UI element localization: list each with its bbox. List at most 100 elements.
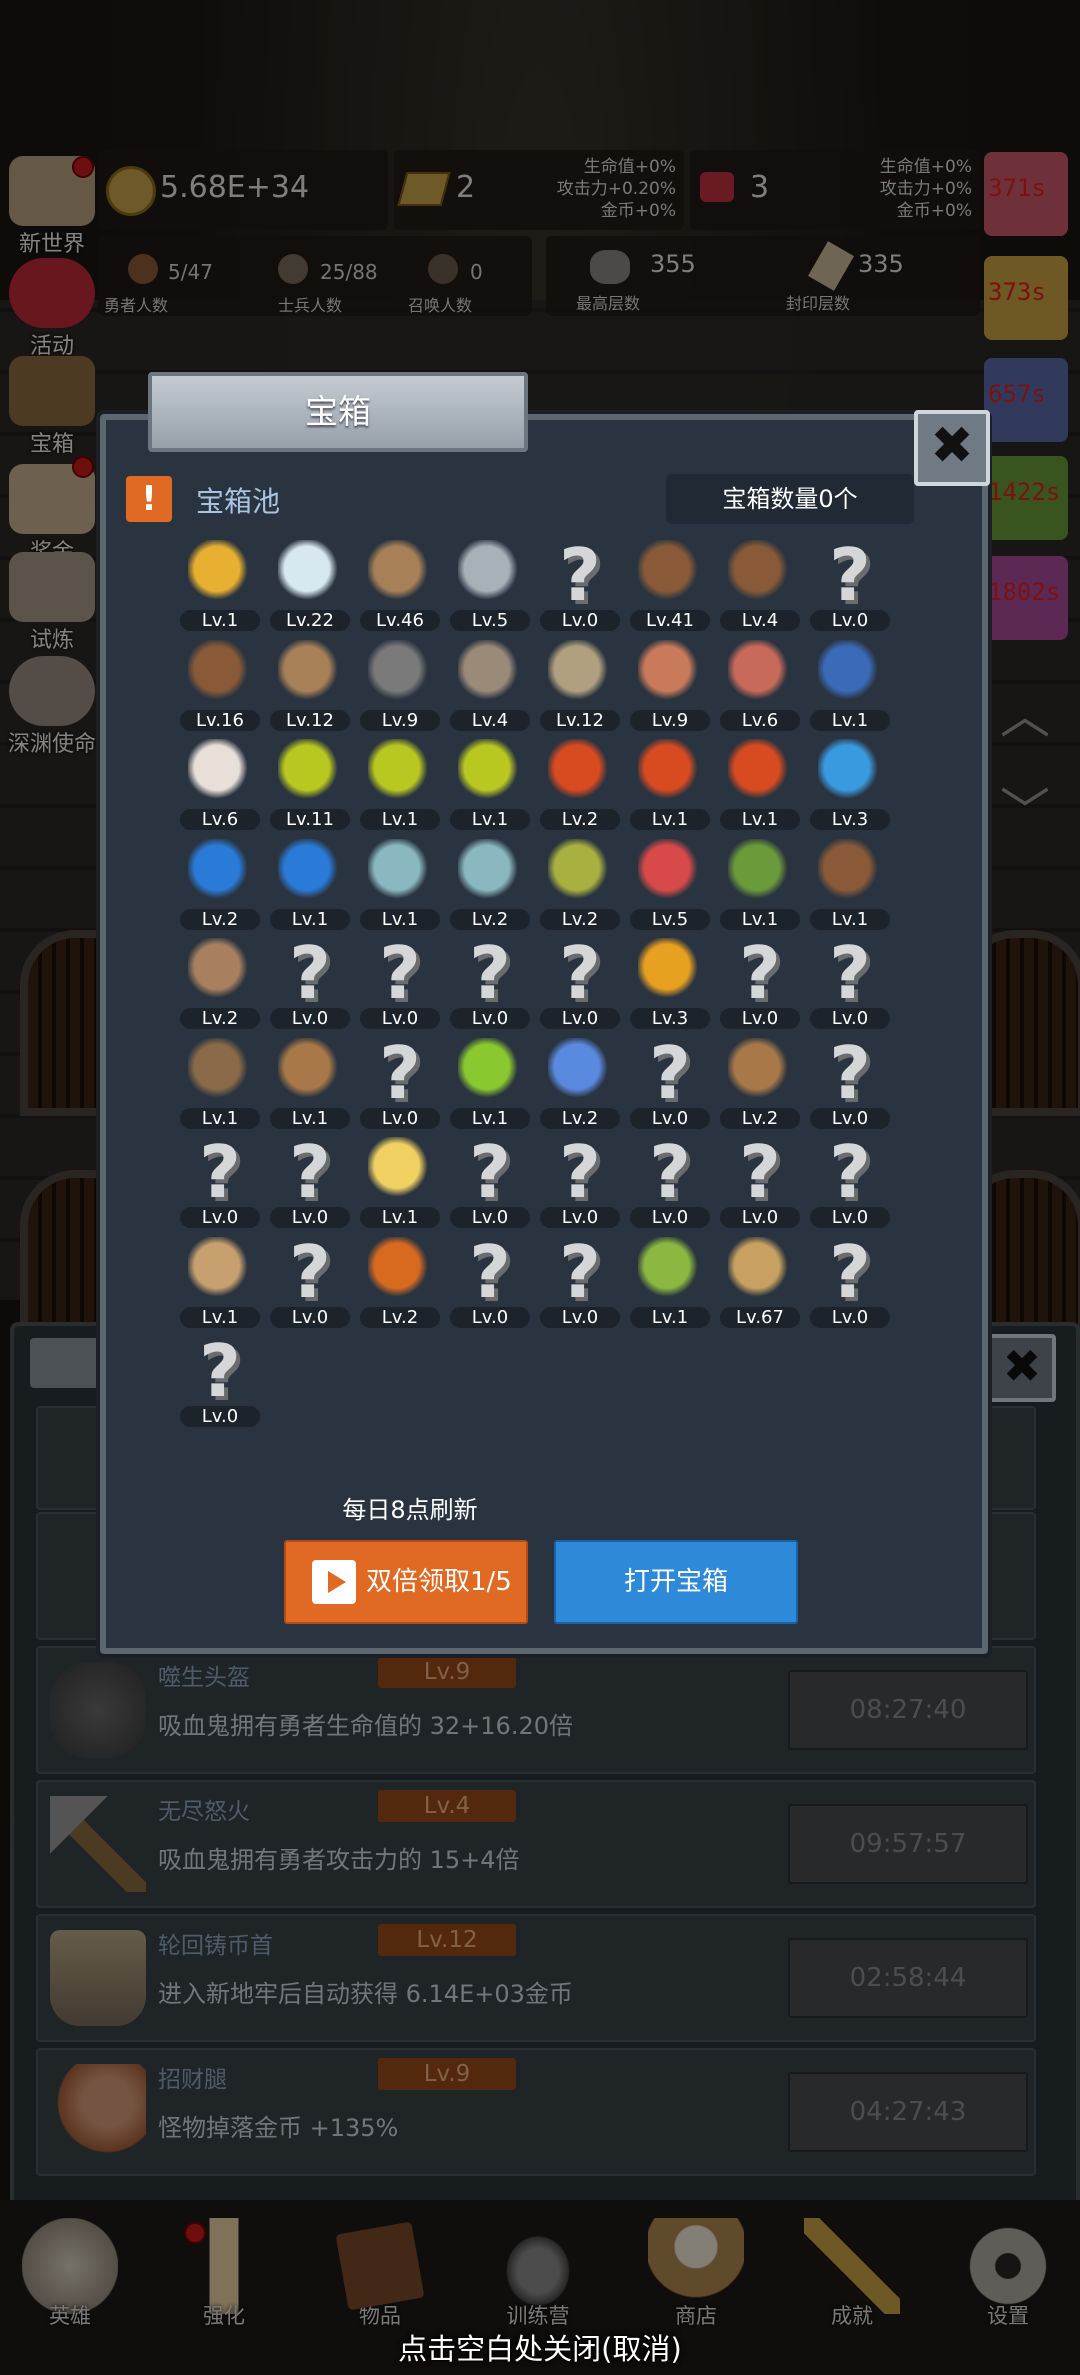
item-level: Lv.9	[630, 709, 710, 731]
item-cell[interactable]: ? Lv.0	[270, 1236, 350, 1333]
item-cell[interactable]: Lv.2	[720, 1037, 800, 1134]
item-level: Lv.4	[720, 610, 800, 631]
close-button[interactable]: ✖	[914, 410, 990, 486]
item-cell[interactable]: ? Lv.0	[540, 1236, 620, 1333]
unknown-icon: ?	[649, 1130, 691, 1214]
item-cell[interactable]: Lv.2	[540, 739, 620, 835]
item-cell[interactable]: Lv.5	[450, 540, 530, 636]
item-level: Lv.0	[630, 1107, 710, 1129]
open-chest-button[interactable]: 打开宝箱	[554, 1540, 798, 1624]
item-cell[interactable]: Lv.1	[360, 739, 440, 835]
item-cell[interactable]: ? Lv.0	[360, 1037, 440, 1134]
item-cell[interactable]: Lv.11	[270, 739, 350, 835]
pickaxe-icon	[188, 1037, 252, 1102]
item-level: Lv.1	[450, 809, 530, 830]
item-cell[interactable]: Lv.12	[540, 639, 620, 736]
item-cell[interactable]: Lv.1	[810, 838, 890, 935]
unknown-icon: ?	[829, 1229, 871, 1314]
hammer-icon	[458, 639, 522, 704]
torch-icon	[638, 938, 702, 1002]
item-cell[interactable]: Lv.22	[270, 540, 350, 636]
item-cell[interactable]: Lv.1	[360, 1137, 440, 1233]
item-cell[interactable]: ? Lv.0	[810, 533, 890, 636]
item-cell[interactable]: ? Lv.0	[810, 937, 890, 1034]
item-cell[interactable]: Lv.67	[720, 1236, 800, 1333]
item-level: Lv.0	[450, 1207, 530, 1228]
unknown-icon: ?	[559, 533, 601, 617]
item-cell[interactable]: ? Lv.0	[630, 1130, 710, 1233]
item-cell[interactable]: ? Lv.0	[450, 1136, 530, 1233]
item-cell[interactable]: Lv.3	[630, 938, 710, 1034]
item-cell[interactable]: ? Lv.0	[450, 1236, 530, 1333]
item-cell[interactable]: Lv.1	[450, 739, 530, 835]
item-cell[interactable]: Lv.41	[630, 540, 710, 636]
item-cell[interactable]: Lv.5	[630, 838, 710, 935]
chest-count: 宝箱数量0个	[666, 474, 914, 524]
yellow-potion-icon	[458, 739, 522, 803]
item-cell[interactable]: Lv.1	[180, 540, 260, 636]
unknown-icon: ?	[829, 533, 871, 617]
item-cell[interactable]: Lv.9	[360, 639, 440, 736]
item-cell[interactable]: ? Lv.0	[720, 1136, 800, 1233]
item-cell[interactable]: Lv.2	[540, 1037, 620, 1134]
item-level: Lv.5	[630, 908, 710, 930]
item-level: Lv.2	[360, 1306, 440, 1328]
item-level: Lv.2	[540, 1107, 620, 1129]
item-cell[interactable]: Lv.6	[720, 639, 800, 736]
item-cell[interactable]: Lv.2	[180, 838, 260, 935]
item-cell[interactable]: Lv.6	[180, 739, 260, 835]
item-level: Lv.2	[180, 1008, 260, 1029]
item-cell[interactable]: Lv.2	[180, 938, 260, 1034]
item-cell[interactable]: ? Lv.0	[270, 937, 350, 1034]
item-cell[interactable]: ? Lv.0	[810, 1037, 890, 1134]
item-cell[interactable]: ? Lv.0	[540, 1136, 620, 1233]
item-cell[interactable]: Lv.2	[360, 1236, 440, 1333]
item-level: Lv.16	[180, 709, 260, 731]
item-level: Lv.6	[720, 709, 800, 731]
refresh-text: 每日8点刷新	[342, 1496, 478, 1524]
item-cell[interactable]: Lv.1	[180, 1236, 260, 1333]
item-cell[interactable]: ? Lv.0	[450, 937, 530, 1034]
item-cell[interactable]: Lv.3	[810, 739, 890, 835]
item-cell[interactable]: Lv.1	[180, 1037, 260, 1134]
item-level: Lv.2	[720, 1107, 800, 1129]
item-cell[interactable]: Lv.1	[810, 639, 890, 736]
item-cell[interactable]: ? Lv.0	[270, 1136, 350, 1233]
item-cell[interactable]: Lv.1	[450, 1037, 530, 1134]
item-cell[interactable]: ? Lv.0	[180, 1329, 260, 1432]
item-cell[interactable]: Lv.9	[630, 639, 710, 736]
item-cell[interactable]: Lv.12	[270, 639, 350, 736]
item-level: Lv.0	[810, 1207, 890, 1228]
item-cell[interactable]: Lv.1	[720, 739, 800, 835]
cheese-icon	[368, 1137, 432, 1201]
item-cell[interactable]: Lv.1	[270, 1037, 350, 1134]
yellow-potion-icon	[368, 739, 432, 803]
item-cell[interactable]: ? Lv.0	[720, 937, 800, 1034]
unknown-icon: ?	[199, 1329, 241, 1413]
item-cell[interactable]: Lv.1	[630, 739, 710, 835]
item-cell[interactable]: Lv.16	[180, 639, 260, 736]
item-cell[interactable]: ? Lv.0	[540, 931, 620, 1034]
item-level: Lv.46	[360, 610, 440, 631]
item-cell[interactable]: Lv.2	[540, 838, 620, 935]
cyan-vial-icon	[458, 838, 522, 903]
item-cell[interactable]: Lv.1	[630, 1236, 710, 1333]
item-cell[interactable]: ? Lv.0	[360, 937, 440, 1034]
item-cell[interactable]: Lv.46	[360, 540, 440, 636]
item-cell[interactable]: ? Lv.0	[180, 1136, 260, 1233]
unknown-icon: ?	[829, 1130, 871, 1214]
boot-icon	[818, 838, 882, 903]
item-cell[interactable]: ? Lv.0	[540, 533, 620, 636]
item-cell[interactable]: ? Lv.0	[630, 1037, 710, 1134]
double-claim-button[interactable]: 双倍领取1/5	[284, 1540, 528, 1624]
item-cell[interactable]: ? Lv.0	[810, 1130, 890, 1233]
item-cell[interactable]: Lv.1	[270, 838, 350, 935]
unknown-icon: ?	[559, 931, 601, 1015]
item-cell[interactable]: ? Lv.0	[810, 1229, 890, 1333]
item-cell[interactable]: Lv.2	[450, 838, 530, 935]
item-cell[interactable]: Lv.1	[720, 838, 800, 935]
item-cell[interactable]: Lv.4	[720, 540, 800, 636]
item-cell[interactable]: Lv.4	[450, 639, 530, 736]
item-level: Lv.2	[450, 908, 530, 930]
item-cell[interactable]: Lv.1	[360, 838, 440, 935]
